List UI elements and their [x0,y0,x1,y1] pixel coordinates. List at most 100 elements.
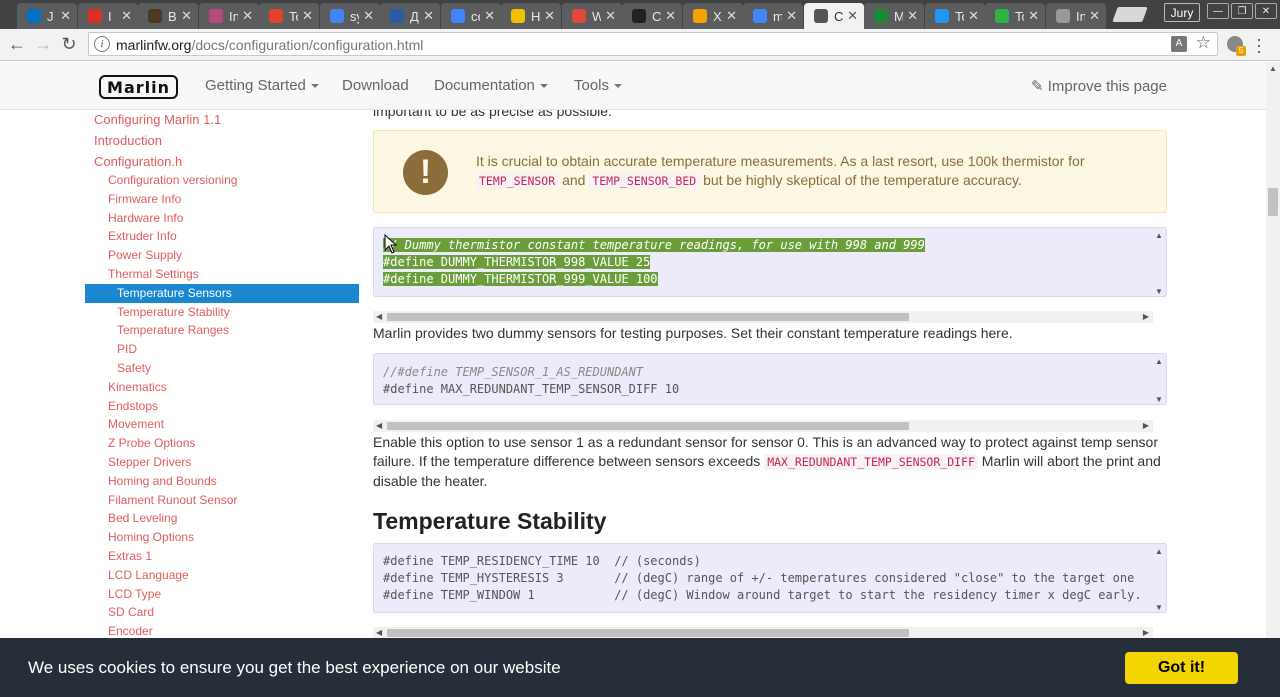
tab-close-icon[interactable]: ✕ [1028,8,1039,24]
tab-close-icon[interactable]: ✕ [60,8,71,24]
sidebar-item[interactable]: Safety [117,361,151,375]
browser-tab[interactable]: InM✕ [199,3,259,29]
marlin-logo[interactable]: Marlin [99,75,178,99]
translate-icon[interactable]: A [1171,36,1187,52]
code-vscrollbar[interactable]: ▲ ▼ [1152,544,1166,612]
browser-tab[interactable]: Mar✕ [864,3,924,29]
sidebar-item[interactable]: Thermal Settings [108,267,199,281]
browser-tab[interactable]: C ✕ [804,3,864,29]
browser-tab[interactable]: Wel✕ [562,3,622,29]
browser-tab[interactable]: Xen ✕ [683,3,743,29]
page-scroll-thumb[interactable] [1268,188,1278,216]
nav-tools[interactable]: Tools [574,77,623,94]
code-hscrollbar[interactable]: ◀ ▶ [373,420,1153,432]
tab-close-icon[interactable]: ✕ [605,8,616,24]
browser-tab[interactable]: Bas ✕ [138,3,198,29]
restore-icon[interactable]: ❐ [1231,3,1253,19]
sidebar-item[interactable]: Firmware Info [108,192,181,206]
sidebar-item[interactable]: Filament Runout Sensor [108,493,237,507]
browser-tab[interactable]: J ✕ [17,3,77,29]
sidebar-item[interactable]: PID [117,342,137,356]
minimize-icon[interactable]: — [1207,3,1229,19]
sidebar-item[interactable]: Homing and Bounds [108,474,217,488]
code-vscrollbar[interactable]: ▲ ▼ [1152,228,1166,296]
forward-icon[interactable]: → [32,33,54,55]
sidebar-item[interactable]: Extruder Info [108,229,177,243]
sidebar-item[interactable]: Extras 1 [108,549,152,563]
tab-close-icon[interactable]: ✕ [423,8,434,24]
sidebar-item[interactable]: Homing Options [108,530,194,544]
code-hscrollbar[interactable]: ◀ ▶ [373,627,1153,638]
url-text[interactable]: marlinfw.org/docs/configuration/configur… [116,37,423,53]
back-icon[interactable]: ← [6,33,28,55]
address-bar[interactable]: i marlinfw.org/docs/configuration/config… [88,32,1218,56]
code-line: #define TEMP_HYSTERESIS 3 // (degC) rang… [383,571,1135,585]
tab-favicon-icon [330,9,344,23]
tab-close-icon[interactable]: ✕ [544,8,555,24]
browser-tab[interactable]: сер ✕ [441,3,501,29]
browser-tab[interactable]: mar✕ [743,3,803,29]
browser-tab[interactable]: Сер✕ [622,3,682,29]
tab-close-icon[interactable]: ✕ [242,8,253,24]
page-scrollbar[interactable]: ▲ [1266,62,1280,638]
close-window-icon[interactable]: ✕ [1255,3,1277,19]
tab-close-icon[interactable]: ✕ [786,8,797,24]
tab-close-icon[interactable]: ✕ [726,8,737,24]
bookmark-star-icon[interactable]: ☆ [1196,33,1211,53]
tab-label: Toy [1015,8,1024,24]
code-block-redundant-sensor[interactable]: //#define TEMP_SENSOR_1_AS_REDUNDANT #de… [373,353,1167,405]
browser-tab[interactable]: Toy ✕ [925,3,985,29]
tab-close-icon[interactable]: ✕ [121,8,132,24]
tab-close-icon[interactable]: ✕ [181,8,192,24]
code-hscrollbar[interactable]: ◀ ▶ [373,311,1153,323]
code-block-dummy-thermistor[interactable]: // Dummy thermistor constant temperature… [373,227,1167,297]
reload-icon[interactable]: ↻ [58,33,80,55]
sidebar-item[interactable]: Temperature Stability [117,305,230,319]
sidebar-item[interactable]: Temperature Ranges [117,323,229,337]
sidebar-item[interactable]: Endstops [108,399,158,413]
sidebar-item[interactable]: Movement [108,417,164,431]
code-vscrollbar[interactable]: ▲ ▼ [1152,354,1166,404]
sidebar-item[interactable]: Temperature Sensors [85,284,359,303]
tab-close-icon[interactable]: ✕ [1089,8,1100,24]
sidebar-item[interactable]: Kinematics [108,380,167,394]
sidebar-item[interactable]: Stepper Drivers [108,455,191,469]
browser-tab[interactable]: I ✕ [78,3,138,29]
tab-close-icon[interactable]: ✕ [302,8,313,24]
browser-tab[interactable]: Inst✕ [1046,3,1106,29]
sidebar-item[interactable]: Configuration.h [94,154,182,169]
sidebar-item[interactable]: LCD Language [108,568,189,582]
sidebar-item[interactable]: SD Card [108,605,154,619]
page-info-icon[interactable]: i [94,36,110,52]
sidebar-item[interactable]: Encoder [108,624,153,638]
sidebar-item[interactable]: Configuring Marlin 1.1 [94,112,221,127]
sidebar-item[interactable]: Hardware Info [108,211,183,225]
new-tab-button[interactable] [1112,7,1148,22]
browser-tab[interactable]: syst ✕ [320,3,380,29]
tab-close-icon[interactable]: ✕ [484,8,495,24]
nav-download[interactable]: Download [342,77,409,94]
browser-tab[interactable]: Диа ✕ [380,3,440,29]
tab-close-icon[interactable]: ✕ [907,8,918,24]
sidebar-item[interactable]: LCD Type [108,587,161,601]
improve-page-link[interactable]: ✎ Improve this page [1031,77,1167,95]
browser-menu-icon[interactable]: · · · [1256,30,1262,60]
sidebar-item[interactable]: Bed Leveling [108,511,177,525]
sidebar-item[interactable]: Power Supply [108,248,182,262]
sidebar-item[interactable]: Configuration versioning [108,173,237,187]
browser-tab[interactable]: Toy ✕ [985,3,1045,29]
sidebar-item[interactable]: Z Probe Options [108,436,195,450]
profile-button[interactable]: Jury [1164,3,1200,22]
tab-close-icon[interactable]: ✕ [363,8,374,24]
nav-documentation[interactable]: Documentation [434,77,548,94]
code-block-temperature-stability[interactable]: #define TEMP_RESIDENCY_TIME 10 // (secon… [373,543,1167,613]
tab-close-icon[interactable]: ✕ [847,8,858,24]
browser-tab[interactable]: Hov✕ [501,3,561,29]
browser-tab[interactable]: Tod ✕ [259,3,319,29]
tab-close-icon[interactable]: ✕ [665,8,676,24]
cookie-accept-button[interactable]: Got it! [1125,652,1238,684]
nav-getting-started[interactable]: Getting Started [205,77,319,94]
tab-close-icon[interactable]: ✕ [968,8,979,24]
scroll-up-icon[interactable]: ▲ [1269,64,1277,73]
sidebar-item[interactable]: Introduction [94,133,162,148]
